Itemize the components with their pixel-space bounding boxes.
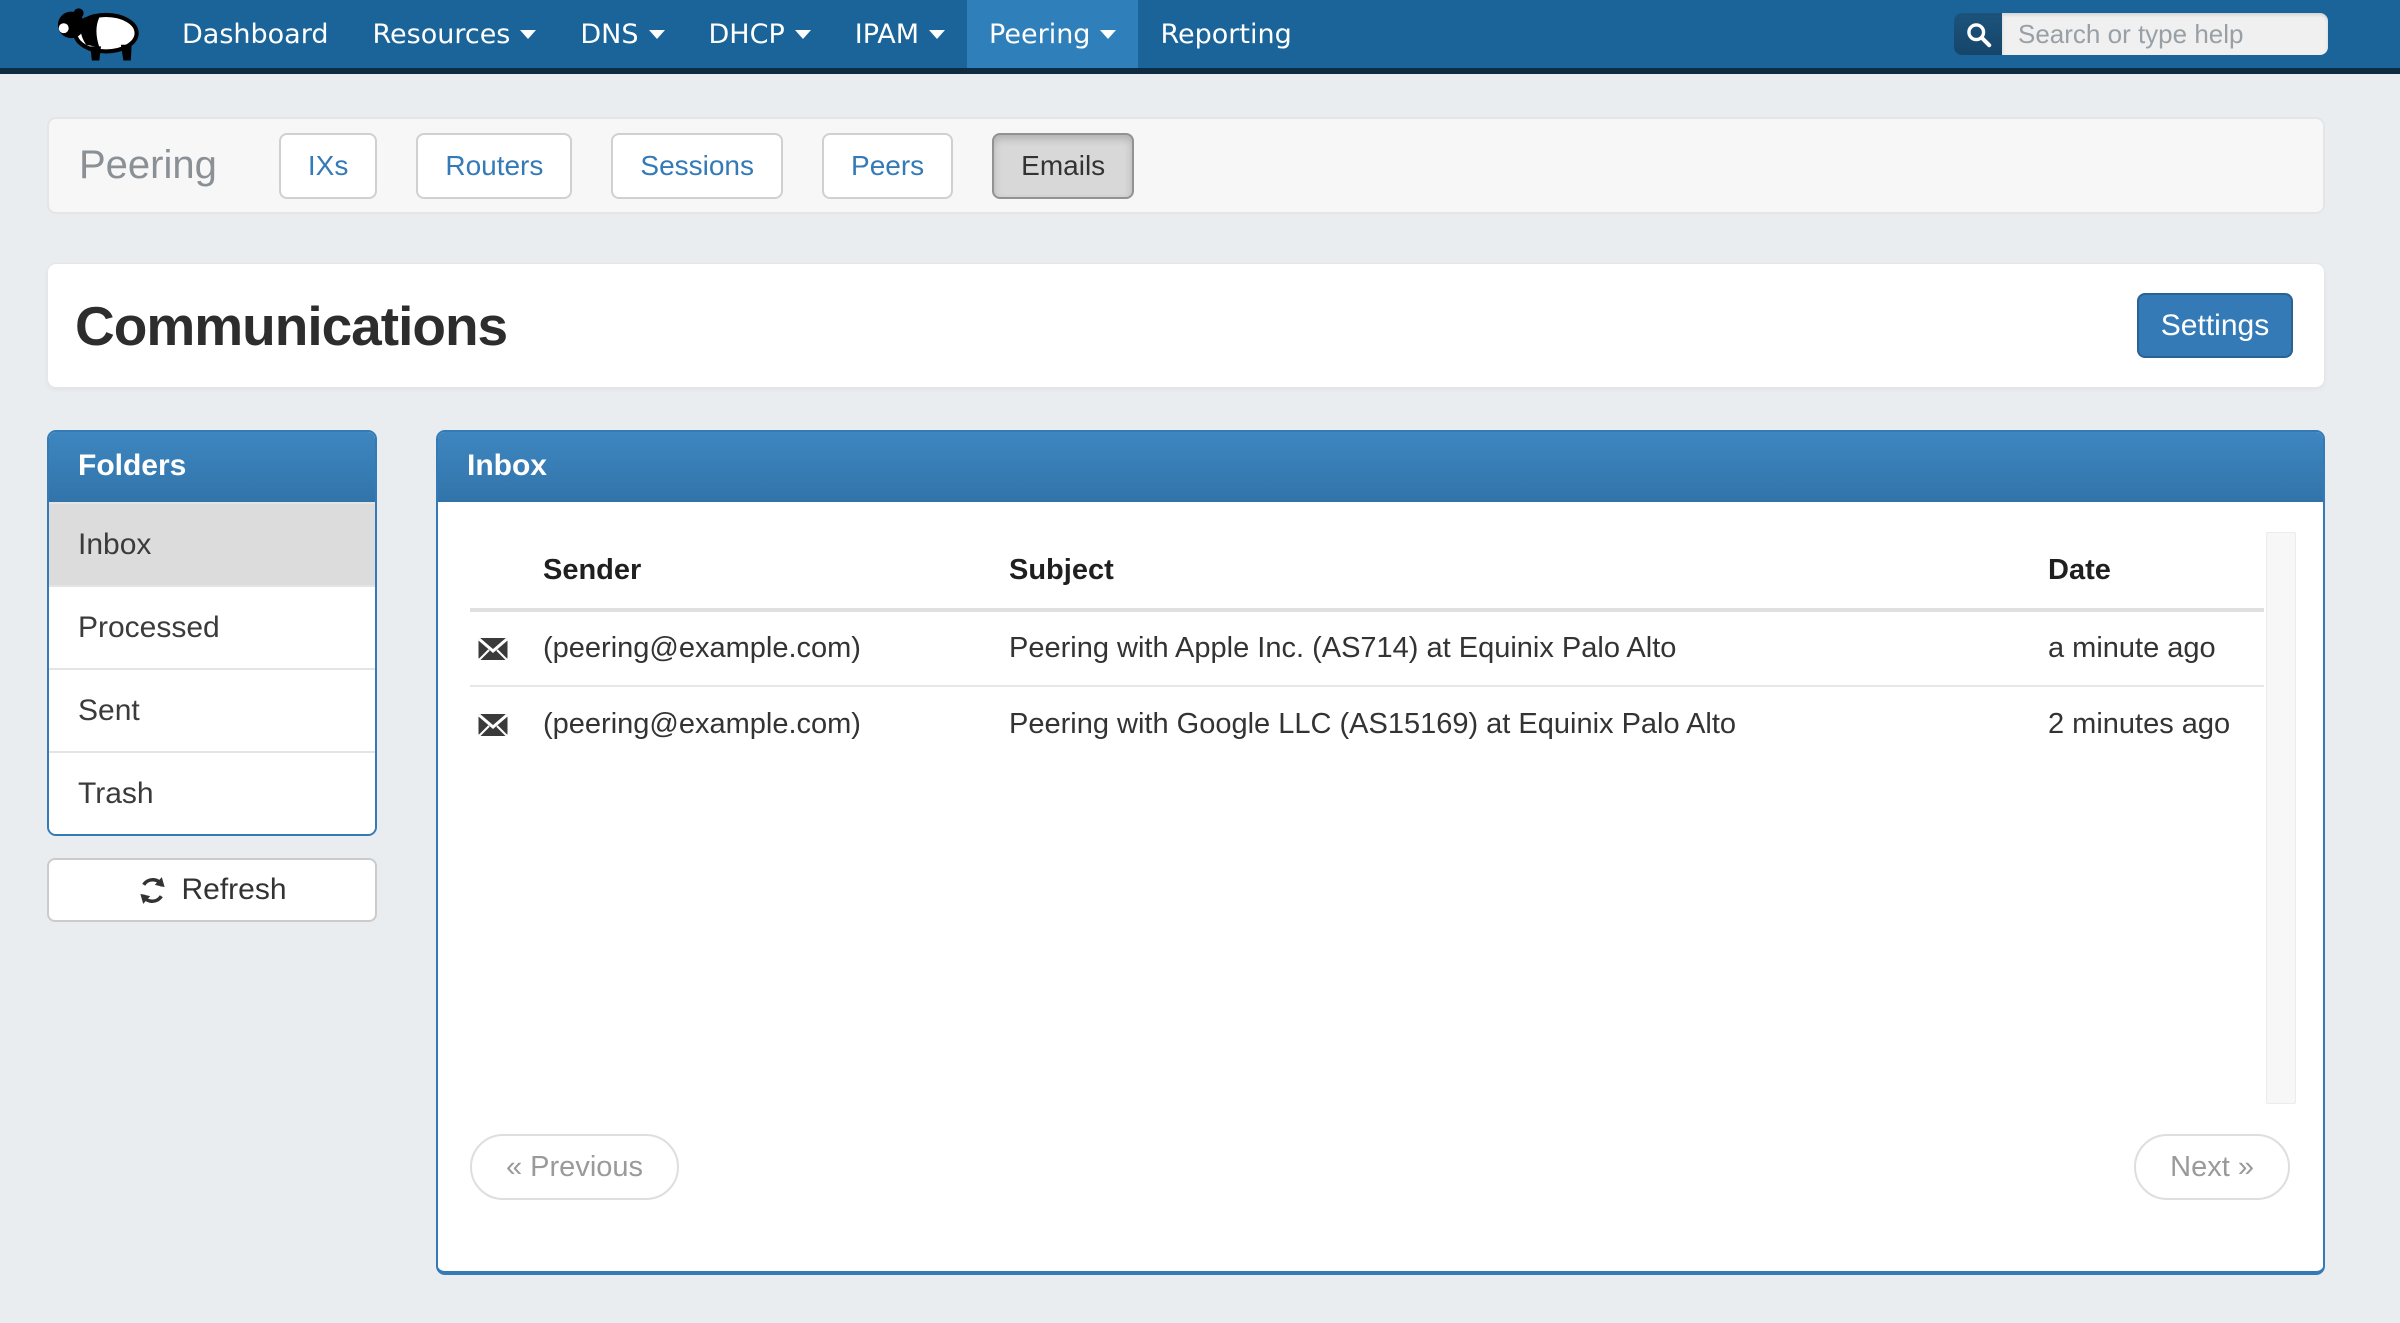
search-icon bbox=[1965, 21, 1992, 48]
search-bar bbox=[1954, 13, 2328, 55]
table-row[interactable]: (peering@example.com) Peering with Apple… bbox=[470, 610, 2264, 686]
folders-panel: Folders Inbox Processed Sent Trash bbox=[47, 430, 377, 836]
subject-cell: Peering with Google LLC (AS15169) at Equ… bbox=[1001, 686, 2040, 762]
folders-panel-title: Folders bbox=[49, 432, 375, 502]
date-cell: 2 minutes ago bbox=[2040, 686, 2264, 762]
top-navbar: Dashboard Resources DNS DHCP IPAM Peerin… bbox=[0, 0, 2400, 74]
envelope-icon bbox=[478, 713, 508, 737]
emails-button[interactable]: Emails bbox=[992, 133, 1134, 199]
previous-page-button[interactable]: « Previous bbox=[470, 1134, 679, 1200]
date-column-header: Date bbox=[2040, 532, 2264, 610]
page-title: Communications bbox=[75, 294, 507, 358]
refresh-label: Refresh bbox=[181, 873, 286, 907]
panda-logo bbox=[50, 5, 152, 63]
table-scrollbar[interactable] bbox=[2266, 532, 2296, 1104]
folder-item-inbox[interactable]: Inbox bbox=[49, 502, 375, 585]
sender-cell: (peering@example.com) bbox=[535, 610, 1001, 686]
nav-item-dashboard[interactable]: Dashboard bbox=[160, 0, 350, 68]
nav-label: Peering bbox=[989, 19, 1090, 50]
nav-item-dhcp[interactable]: DHCP bbox=[687, 0, 833, 68]
chevron-down-icon bbox=[520, 30, 536, 39]
nav-label: Reporting bbox=[1160, 19, 1291, 50]
sender-column-header: Sender bbox=[535, 532, 1001, 610]
inbox-panel: Inbox Sender Subject Date bbox=[436, 430, 2325, 1275]
settings-button[interactable]: Settings bbox=[2137, 293, 2293, 358]
nav-item-resources[interactable]: Resources bbox=[350, 0, 558, 68]
peering-toolbar: Peering IXs Routers Sessions Peers Email… bbox=[47, 117, 2325, 214]
nav-label: IPAM bbox=[855, 19, 919, 50]
refresh-icon bbox=[137, 875, 168, 906]
nav-label: Dashboard bbox=[182, 19, 328, 50]
search-button[interactable] bbox=[1954, 13, 2002, 55]
refresh-button[interactable]: Refresh bbox=[47, 858, 377, 922]
inbox-body: Sender Subject Date (peering@e bbox=[438, 502, 2323, 1270]
folder-item-sent[interactable]: Sent bbox=[49, 668, 375, 751]
mail-icon-cell bbox=[470, 610, 535, 686]
next-page-button[interactable]: Next » bbox=[2134, 1134, 2290, 1200]
folder-item-processed[interactable]: Processed bbox=[49, 585, 375, 668]
nav-label: DNS bbox=[580, 19, 638, 50]
chevron-down-icon bbox=[1100, 30, 1116, 39]
inbox-panel-title: Inbox bbox=[438, 432, 2323, 502]
table-row[interactable]: (peering@example.com) Peering with Googl… bbox=[470, 686, 2264, 762]
nav-item-reporting[interactable]: Reporting bbox=[1138, 0, 1313, 68]
nav-item-ipam[interactable]: IPAM bbox=[833, 0, 967, 68]
nav-label: Resources bbox=[372, 19, 510, 50]
chevron-down-icon bbox=[649, 30, 665, 39]
nav-item-peering[interactable]: Peering bbox=[967, 0, 1138, 68]
search-input[interactable] bbox=[2002, 13, 2328, 55]
communications-panel: Communications Settings bbox=[47, 263, 2325, 388]
mail-icon-cell bbox=[470, 686, 535, 762]
nav-item-dns[interactable]: DNS bbox=[558, 0, 686, 68]
date-cell: a minute ago bbox=[2040, 610, 2264, 686]
chevron-down-icon bbox=[929, 30, 945, 39]
icon-column-header bbox=[470, 532, 535, 610]
nav-label: DHCP bbox=[709, 19, 785, 50]
nav-items: Dashboard Resources DNS DHCP IPAM Peerin… bbox=[160, 0, 1314, 68]
peers-button[interactable]: Peers bbox=[822, 133, 953, 199]
mail-table-header-row: Sender Subject Date bbox=[470, 532, 2264, 610]
routers-button[interactable]: Routers bbox=[416, 133, 572, 199]
toolbar-title: Peering bbox=[79, 143, 217, 188]
mail-table: Sender Subject Date (peering@e bbox=[470, 532, 2264, 762]
chevron-down-icon bbox=[795, 30, 811, 39]
subject-column-header: Subject bbox=[1001, 532, 2040, 610]
sender-cell: (peering@example.com) bbox=[535, 686, 1001, 762]
envelope-icon bbox=[478, 637, 508, 661]
subject-cell: Peering with Apple Inc. (AS714) at Equin… bbox=[1001, 610, 2040, 686]
sessions-button[interactable]: Sessions bbox=[611, 133, 783, 199]
folder-item-trash[interactable]: Trash bbox=[49, 751, 375, 834]
ixs-button[interactable]: IXs bbox=[279, 133, 377, 199]
